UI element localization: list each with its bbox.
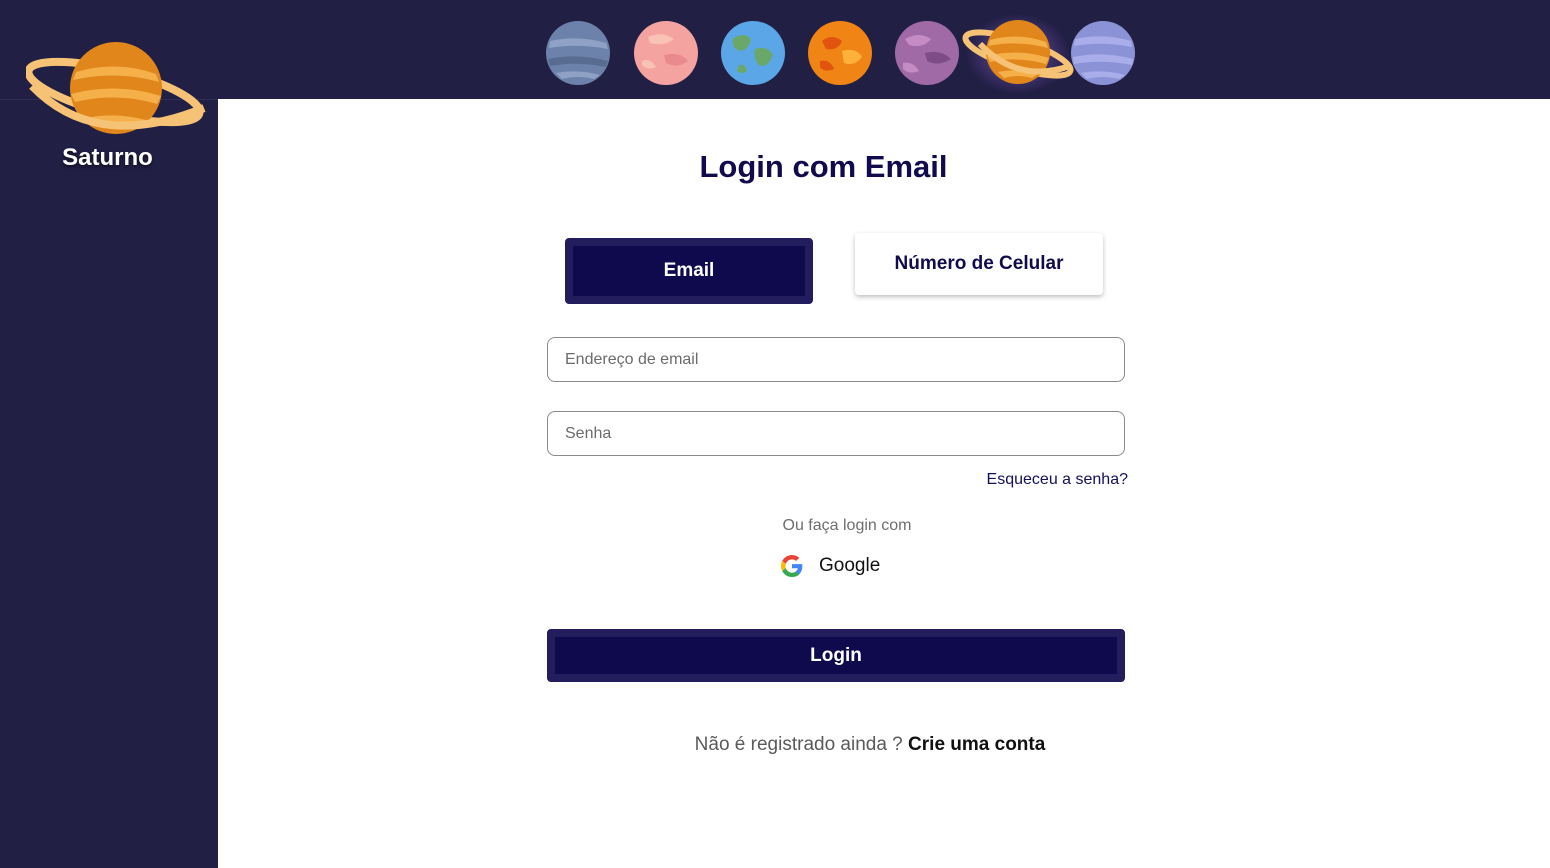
- page-title: Login com Email: [699, 149, 948, 184]
- password-field[interactable]: [547, 411, 1125, 456]
- planet-mars[interactable]: [808, 21, 872, 85]
- jupiter-icon: [895, 21, 959, 85]
- register-prompt: Não é registrado ainda ? Crie uma conta: [518, 734, 1222, 756]
- uranus-icon: [1071, 21, 1135, 85]
- planet-venus[interactable]: [634, 21, 698, 85]
- brand-name: Saturno: [62, 144, 153, 171]
- planet-jupiter[interactable]: [895, 21, 959, 85]
- earth-icon: [721, 21, 785, 85]
- forgot-password-link[interactable]: Esqueceu a senha?: [918, 471, 1128, 489]
- brand[interactable]: Saturno: [20, 36, 210, 176]
- google-icon: [781, 555, 803, 577]
- planet-earth[interactable]: [721, 21, 785, 85]
- planet-neptune[interactable]: [546, 21, 610, 85]
- neptune-icon: [546, 21, 610, 85]
- saturn-icon: [962, 14, 1074, 94]
- tab-email[interactable]: Email: [565, 238, 813, 304]
- saturn-icon: [26, 42, 206, 134]
- google-login-button[interactable]: Google: [781, 551, 880, 581]
- planet-saturn[interactable]: [958, 14, 1078, 94]
- tab-phone[interactable]: Número de Celular: [855, 233, 1103, 295]
- register-prompt-text: Não é registrado ainda ?: [694, 734, 903, 755]
- email-field[interactable]: [547, 337, 1125, 382]
- sidebar: [0, 99, 218, 868]
- create-account-link[interactable]: Crie uma conta: [908, 734, 1045, 755]
- login-button[interactable]: Login: [547, 629, 1125, 682]
- planet-uranus[interactable]: [1071, 21, 1135, 85]
- venus-icon: [634, 21, 698, 85]
- top-bar: [0, 0, 1550, 99]
- planet-selector: [540, 14, 1150, 94]
- google-label: Google: [819, 555, 881, 576]
- alternative-login-label: Ou faça login com: [782, 517, 912, 534]
- mars-icon: [808, 21, 872, 85]
- login-panel: Login com Email Email Número de Celular …: [218, 99, 1550, 868]
